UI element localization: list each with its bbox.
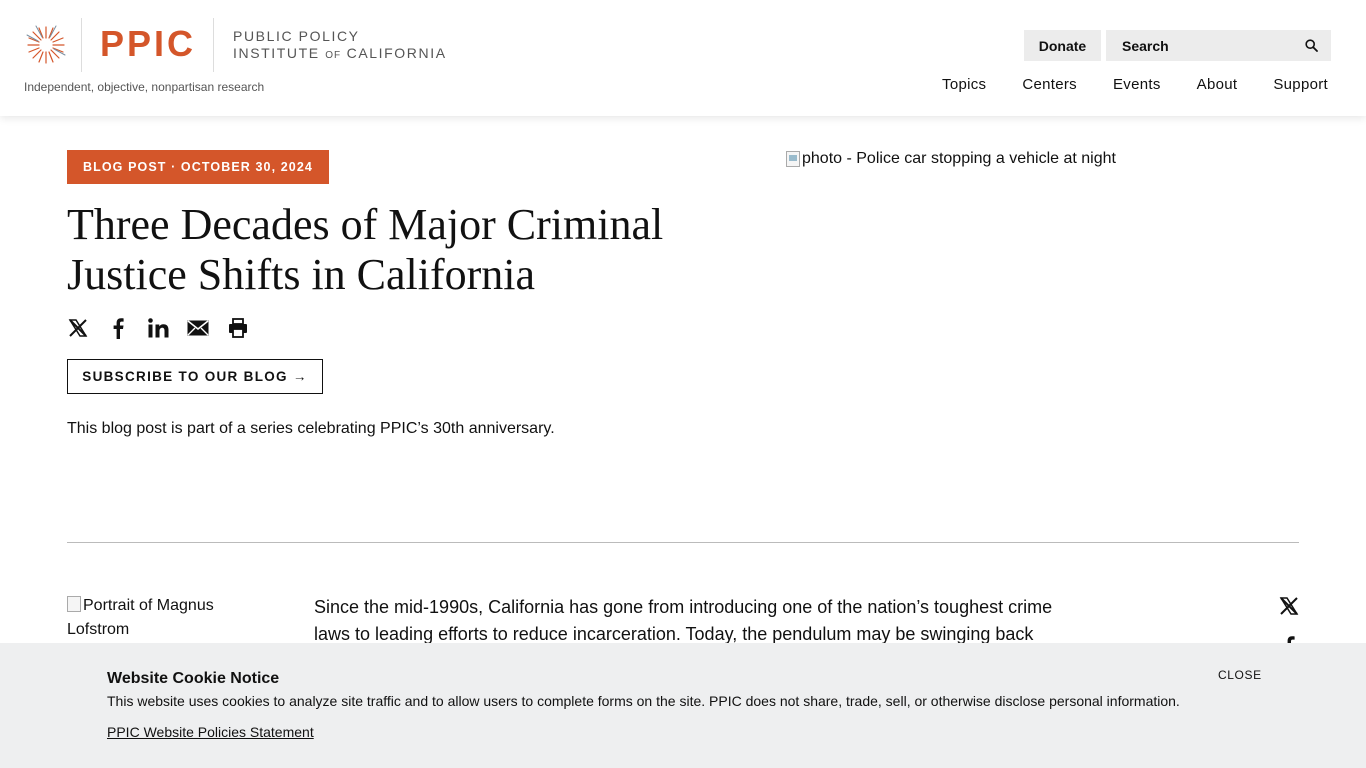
x-icon[interactable]: [1278, 594, 1300, 618]
logo-divider: [213, 18, 214, 72]
search-icon[interactable]: [1305, 39, 1318, 52]
logo-wordmark: PPIC: [100, 23, 197, 64]
linkedin-icon[interactable]: [147, 316, 169, 340]
hero-image: photo - Police car stopping a vehicle at…: [786, 150, 1299, 440]
nav-centers[interactable]: Centers: [1022, 76, 1077, 93]
x-icon[interactable]: [67, 316, 89, 340]
logo-name-part: CALIFORNIA: [341, 45, 447, 61]
print-icon[interactable]: [227, 316, 249, 340]
logo-divider: [81, 18, 82, 72]
logo-name-line1: PUBLIC POLICY: [233, 28, 360, 44]
nav-events[interactable]: Events: [1113, 76, 1161, 93]
cookie-title: Website Cookie Notice: [107, 670, 280, 687]
cookie-close-button[interactable]: CLOSE: [1218, 668, 1262, 682]
search-box: [1106, 30, 1331, 61]
broken-image-icon: [67, 596, 81, 612]
series-note: This blog post is part of a series celeb…: [67, 420, 555, 437]
nav-support[interactable]: Support: [1273, 76, 1328, 93]
main-nav: Topics Centers Events About Support: [906, 76, 1328, 93]
broken-image-icon: [786, 151, 800, 167]
section-divider: [67, 542, 1299, 543]
subscribe-button[interactable]: SUBSCRIBE TO OUR BLOG →: [67, 359, 323, 394]
site-header: PPIC PUBLIC POLICY INSTITUTE OF CALIFORN…: [0, 0, 1366, 116]
cookie-notice: Website Cookie Notice This website uses …: [0, 643, 1366, 768]
sunburst-logo-icon: [26, 25, 66, 64]
cookie-text: This website uses cookies to analyze sit…: [107, 693, 1180, 709]
email-icon[interactable]: [187, 316, 209, 340]
logo-name-of: OF: [325, 50, 342, 61]
author-portrait-alt: Portrait of Magnus Lofstrom: [67, 597, 214, 638]
author-portrait[interactable]: Portrait of Magnus Lofstrom: [67, 594, 267, 642]
page-title: Three Decades of Major Criminal Justice …: [67, 200, 664, 299]
nav-topics[interactable]: Topics: [942, 76, 986, 93]
logo-name-part: INSTITUTE: [233, 45, 326, 61]
logo-institute-name: PUBLIC POLICY INSTITUTE OF CALIFORNIA: [233, 28, 473, 64]
search-input[interactable]: [1106, 30, 1286, 61]
cookie-policy-link[interactable]: PPIC Website Policies Statement: [107, 724, 314, 740]
share-bar: [67, 316, 267, 340]
post-type-badge: BLOG POST · OCTOBER 30, 2024: [67, 150, 329, 184]
hero-image-alt-text: photo - Police car stopping a vehicle at…: [802, 150, 1116, 167]
logo-name-line2: INSTITUTE OF CALIFORNIA: [233, 45, 473, 64]
donate-button[interactable]: Donate: [1024, 30, 1101, 61]
article-intro: Since the mid-1990s, California has gone…: [314, 597, 1053, 644]
hero-image-alt: photo - Police car stopping a vehicle at…: [786, 150, 1299, 168]
tagline: Independent, objective, nonpartisan rese…: [24, 80, 265, 94]
facebook-icon[interactable]: [107, 316, 129, 340]
ppic-logo[interactable]: PPIC PUBLIC POLICY INSTITUTE OF CALIFORN…: [24, 18, 445, 72]
nav-about[interactable]: About: [1197, 76, 1238, 93]
